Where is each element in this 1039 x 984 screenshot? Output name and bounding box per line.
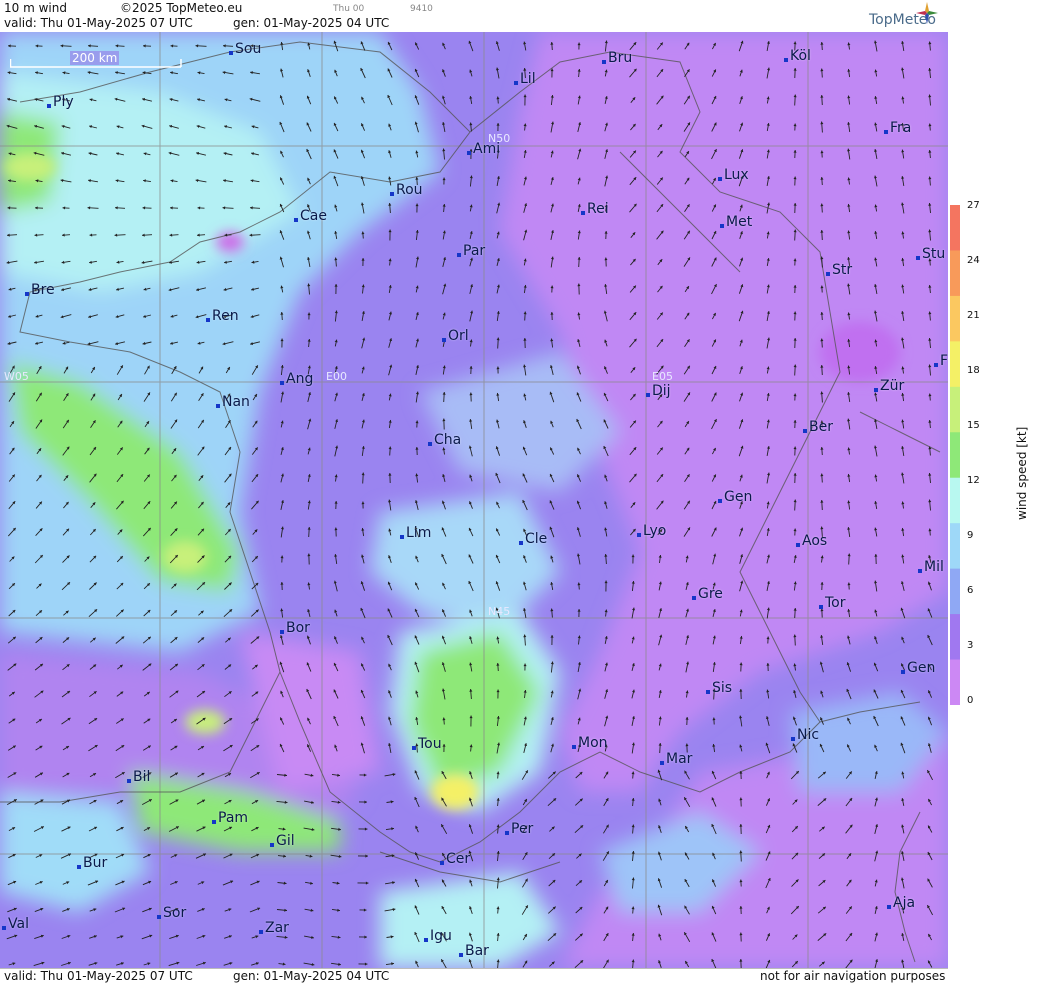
city-nan: Nan [222, 394, 250, 410]
city-bur: Bur [83, 855, 107, 871]
colorbar-step [950, 341, 960, 387]
city-kol: Köl [790, 48, 811, 64]
scale-bar-label: 200 km [70, 51, 119, 65]
colorbar-gradient [950, 205, 960, 705]
legend-tick-21: 21 [967, 310, 980, 321]
grid-label-e05: E05 [652, 370, 673, 383]
city-sor: Sor [163, 905, 186, 921]
legend-tick-0: 0 [967, 695, 973, 706]
map-footer: valid: Thu 01-May-2025 07 UTC gen: 01-Ma… [0, 968, 948, 984]
city-bil: Bil [133, 769, 150, 785]
city-mil: Mil [924, 559, 944, 575]
city-aja: Aja [893, 895, 915, 911]
city-sis: Sis [712, 680, 732, 696]
colorbar-step [950, 523, 960, 569]
city-ren: Ren [212, 308, 239, 324]
small-code-label: 9410 [410, 4, 433, 14]
city-pam: Pam [218, 810, 248, 826]
legend-tick-3: 3 [967, 640, 973, 651]
city-str: Str [832, 262, 852, 278]
city-tor: Tor [825, 595, 846, 611]
city-nic: Nic [797, 727, 819, 743]
compass-star-icon [916, 2, 938, 24]
legend-tick-9: 9 [967, 530, 973, 541]
colorbar-step [950, 569, 960, 615]
city-aos: Aos [802, 533, 827, 549]
city-ber: Ber [809, 419, 833, 435]
legend-tick-12: 12 [967, 475, 980, 486]
topmeteo-logo: TopMeteo [869, 12, 936, 28]
city-met: Met [726, 214, 752, 230]
grid-label-n45: N45 [488, 605, 510, 618]
small-day-label: Thu 00 [333, 4, 364, 14]
map-header: 10 m wind ©2025 TopMeteo.eu Thu 00 9410 … [0, 0, 948, 33]
footer-disclaimer: not for air navigation purposes [760, 969, 945, 983]
city-cha: Cha [434, 432, 461, 448]
colorbar-step [950, 614, 960, 660]
city-cer: Cer [446, 851, 470, 867]
city-orl: Orl [448, 328, 469, 344]
legend-tick-15: 15 [967, 420, 980, 431]
valid-time: valid: Thu 01-May-2025 07 UTC [4, 16, 193, 30]
wind-speed-legend: 27 24 21 18 15 12 9 6 3 0 wind speed [kt… [949, 0, 1039, 983]
city-fra: Fra [890, 120, 911, 136]
city-ami: Ami [473, 141, 500, 157]
city-bor: Bor [286, 620, 310, 636]
grid-label-w05: W05 [4, 370, 29, 383]
gen-time: gen: 01-May-2025 04 UTC [233, 16, 389, 30]
city-bru: Bru [608, 50, 632, 66]
city-gen-genoa: Gen [907, 660, 935, 676]
city-tou: Tou [418, 736, 442, 752]
city-cle: Cle [525, 531, 547, 547]
colorbar-step [950, 296, 960, 342]
city-dij: Dij [652, 383, 671, 399]
city-lim: Lim [406, 525, 431, 541]
colorbar-step [950, 250, 960, 296]
scale-bar: 200 km [10, 55, 182, 69]
city-edge-f: F [940, 353, 948, 369]
city-rou: Rou [396, 182, 423, 198]
legend-tick-24: 24 [967, 255, 980, 266]
city-lyo: Lyo [643, 523, 666, 539]
product-title: 10 m wind [4, 1, 67, 15]
colorbar-step [950, 478, 960, 524]
footer-gen-time: gen: 01-May-2025 04 UTC [233, 969, 389, 983]
city-par: Par [463, 243, 485, 259]
legend-title: wind speed [kt] [1015, 427, 1029, 520]
city-igu: Igu [430, 928, 452, 944]
copyright: ©2025 TopMeteo.eu [120, 1, 242, 15]
city-zar: Zar [265, 920, 289, 936]
colorbar-step [950, 387, 960, 433]
city-lil: Lil [520, 71, 536, 87]
city-bre: Bre [31, 282, 55, 298]
city-bar: Bar [465, 943, 489, 959]
city-gil: Gil [276, 833, 295, 849]
city-sou: Sou [235, 41, 261, 57]
colorbar-step [950, 205, 960, 251]
colorbar-step [950, 660, 960, 705]
legend-tick-6: 6 [967, 585, 973, 596]
legend-tick-27: 27 [967, 200, 980, 211]
city-rei: Rei [587, 201, 609, 217]
city-lux: Lux [724, 167, 749, 183]
wind-field-canvas [0, 32, 948, 968]
city-zur: Zür [880, 378, 904, 394]
city-gen-geneva: Gen [724, 489, 752, 505]
city-gre: Gre [698, 586, 723, 602]
city-ply: Ply [53, 94, 74, 110]
city-stu: Stu [922, 246, 945, 262]
colorbar-step [950, 432, 960, 478]
wind-map[interactable]: 200 km N50 N45 W05 E00 E05 Sou Ply Lil B… [0, 32, 948, 968]
grid-label-e00: E00 [326, 370, 347, 383]
footer-valid-time: valid: Thu 01-May-2025 07 UTC [4, 969, 193, 983]
city-cae: Cae [300, 208, 327, 224]
city-ang: Ang [286, 371, 313, 387]
legend-tick-18: 18 [967, 365, 980, 376]
city-per: Per [511, 821, 533, 837]
city-mar: Mar [666, 751, 692, 767]
city-mon: Mon [578, 735, 608, 751]
city-val: Val [8, 916, 29, 932]
